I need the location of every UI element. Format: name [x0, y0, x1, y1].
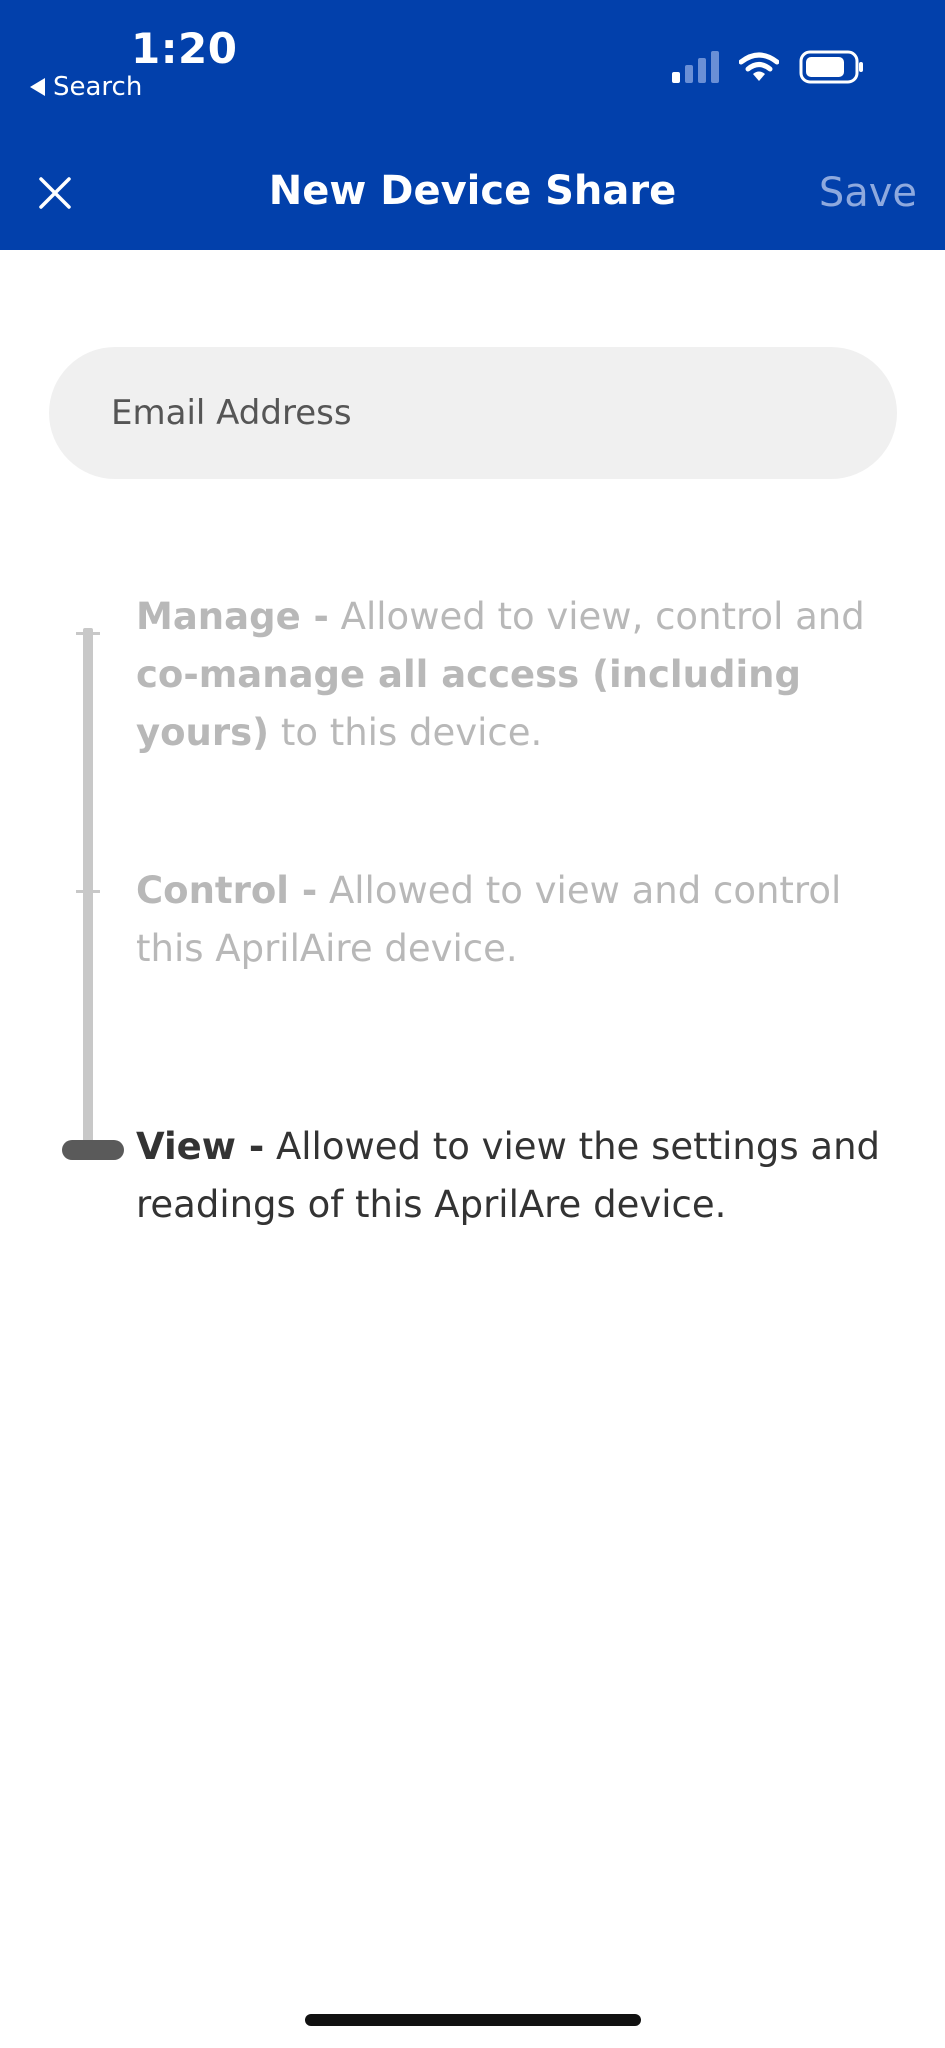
slider-tick-manage [76, 632, 100, 635]
page-title: New Device Share [268, 168, 677, 214]
back-to-search-label: Search [53, 72, 143, 102]
email-address-input[interactable] [49, 347, 897, 479]
manage-description-end: to this device. [269, 711, 543, 754]
manage-description: Allowed to view, control and [328, 595, 865, 638]
cellular-signal-icon [672, 51, 719, 83]
slider-thumb[interactable] [62, 1140, 124, 1160]
slider-track[interactable] [83, 628, 93, 1148]
header-bar: 1:20 Search New Device Share Save [0, 0, 945, 250]
access-option-manage[interactable]: Manage - Allowed to view, control and co… [136, 588, 916, 762]
slider-tick-control [76, 890, 100, 893]
manage-label: Manage - [136, 595, 329, 638]
status-icons [672, 50, 865, 84]
view-label: View - [136, 1125, 265, 1168]
access-option-view[interactable]: View - Allowed to view the settings and … [136, 1118, 916, 1234]
back-to-search-button[interactable]: Search [30, 72, 142, 102]
back-triangle-icon [30, 78, 45, 96]
wifi-icon [739, 52, 779, 81]
control-label: Control - [136, 869, 318, 912]
home-indicator [305, 2014, 641, 2026]
battery-icon [799, 50, 863, 84]
screen: 1:20 Search New Device Share Save Email … [0, 0, 945, 2048]
status-time: 1:20 [131, 24, 238, 73]
access-option-control[interactable]: Control - Allowed to view and control th… [136, 862, 916, 978]
save-button[interactable]: Save [819, 170, 917, 216]
